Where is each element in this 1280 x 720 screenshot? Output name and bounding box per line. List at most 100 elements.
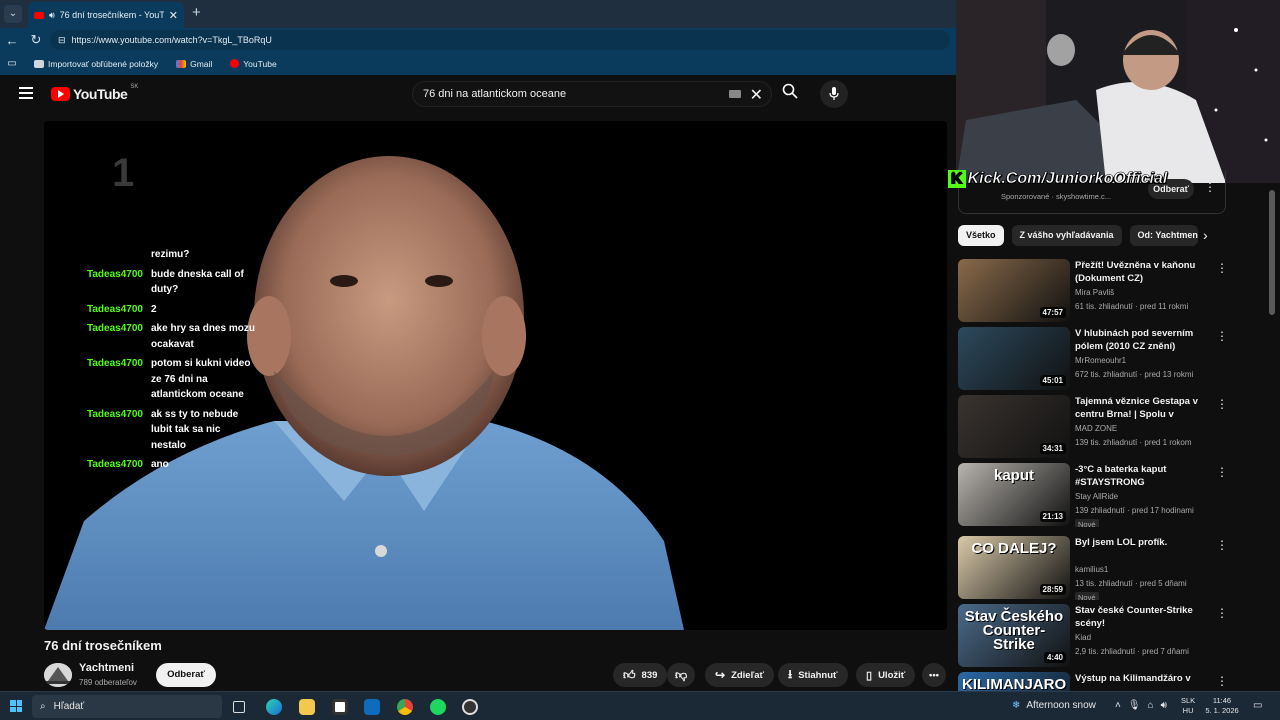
file-explorer-icon[interactable] [299, 699, 315, 715]
recommended-video[interactable]: Stav Českého Counter-Strike 4:40 Stav česk… [958, 604, 1228, 668]
menu-icon[interactable] [19, 87, 33, 99]
recommended-video[interactable]: 47:57 Přežít! Uvězněna v kaňonu (Dokument… [958, 259, 1228, 323]
recommended-video-title[interactable]: Stav české Counter-Strike scény! [1075, 604, 1210, 630]
dislike-button[interactable]: 👎︎ [667, 663, 696, 687]
audio-playing-icon[interactable]: 🔊︎ [49, 10, 55, 21]
video-thumbnail[interactable]: CO DALEJ? 28:59 [958, 536, 1070, 599]
notifications-icon[interactable]: ▭ [1253, 700, 1262, 711]
recommended-video[interactable]: 34:31 Tajemná věznice Gestapa v centru Br… [958, 395, 1228, 459]
video-duration: 45:01 [1039, 375, 1066, 386]
store-icon[interactable] [332, 699, 348, 715]
video-thumbnail[interactable]: KILIMANJARO [958, 672, 1070, 691]
chip-all[interactable]: Všetko [958, 225, 1004, 246]
search-icon[interactable] [774, 81, 806, 107]
back-icon[interactable]: ← [0, 33, 24, 48]
recommended-channel-name[interactable]: Kiad [1075, 633, 1091, 642]
microphone-icon[interactable] [820, 80, 848, 108]
recommended-video[interactable]: 45:01 V hlubinách pod severním pólem (201… [958, 327, 1228, 391]
outlook-icon[interactable] [364, 699, 380, 715]
close-tab-icon[interactable]: ✕ [169, 9, 178, 22]
subscribe-button[interactable]: Odberať [156, 663, 216, 687]
webcam-overlay [956, 0, 1280, 183]
download-button[interactable]: ⭳ Stiahnuť [778, 663, 848, 687]
recommended-channel-name[interactable]: MAD ZONE [1075, 424, 1117, 433]
bookmark-import[interactable]: Importovať obľúbené položky [34, 59, 158, 69]
like-button[interactable]: 👍︎ 839 [613, 663, 668, 687]
chevron-right-icon[interactable]: › [1203, 227, 1208, 243]
video-player[interactable]: 1 rezimu? Tadeas4700 bude dneska call of d… [44, 121, 947, 630]
spotify-icon[interactable] [430, 699, 446, 715]
recommended-video-title[interactable]: V hlubinách pod severním pólem (2010 CZ … [1075, 327, 1210, 353]
more-vertical-icon[interactable]: ⋮ [1204, 180, 1216, 194]
sponsored-label: Sponzorované · skyshowtime.c... [1001, 192, 1112, 201]
video-thumbnail[interactable]: 34:31 [958, 395, 1070, 458]
tab-actions-chevron-icon[interactable]: ⌄ [4, 5, 22, 23]
more-vertical-icon[interactable]: ⋮ [1216, 397, 1228, 411]
recommended-video[interactable]: CO DALEJ? 28:59 Byl jsem LOL profík. kamili… [958, 536, 1228, 600]
channel-name[interactable]: Yachtmeni [79, 662, 134, 674]
more-vertical-icon[interactable]: ⋮ [1216, 538, 1228, 552]
bookmark-gmail[interactable]: Gmail [176, 59, 212, 69]
youtube-logo[interactable]: YouTube SK [51, 84, 138, 102]
download-label: Stiahnuť [798, 669, 838, 681]
clear-search-icon[interactable]: ✕ [750, 85, 763, 105]
recommended-video-title[interactable]: -3°C a baterka kaput #STAYSTRONG [1075, 463, 1210, 489]
recommended-channel-name[interactable]: kamilius1 [1075, 565, 1108, 574]
keyboard-icon[interactable] [729, 90, 741, 98]
recommended-channel-name[interactable]: Stay AllRide [1075, 492, 1118, 501]
recommended-channel-name[interactable]: Mira Pavliš [1075, 288, 1114, 297]
chat-text: ano [151, 459, 169, 470]
save-button[interactable]: ▯ Uložiť [856, 663, 916, 687]
new-tab-button[interactable]: + [192, 4, 201, 21]
logo-text: YouTube [73, 86, 128, 102]
recommended-video[interactable]: KILIMANJARO Výstup na Kilimandžáro v ⋮ [958, 672, 1228, 691]
language-indicator[interactable]: SLK HU [1181, 696, 1195, 716]
taskbar-search-input[interactable]: ⌕ Hľadať [32, 695, 222, 718]
edge-icon[interactable] [266, 699, 282, 715]
video-thumbnail[interactable]: 47:57 [958, 259, 1070, 322]
share-button[interactable]: ↪ Zdieľať [705, 663, 775, 687]
sidebar-scrollbar[interactable] [1269, 190, 1275, 315]
more-vertical-icon[interactable]: ⋮ [1216, 465, 1228, 479]
more-vertical-icon[interactable]: ⋮ [1216, 606, 1228, 620]
chip-from-search[interactable]: Z vášho vyhľadávania [1011, 225, 1122, 246]
video-thumbnail[interactable]: Stav Českého Counter-Strike 4:40 [958, 604, 1070, 667]
recommended-video-title[interactable]: Tajemná věznice Gestapa v centru Brna! |… [1075, 395, 1210, 421]
recommended-video-title[interactable]: Byl jsem LOL profík. [1075, 536, 1210, 549]
chevron-up-icon[interactable]: ˄ [1115, 700, 1121, 711]
more-vertical-icon[interactable]: ⋮ [1216, 261, 1228, 275]
weather-widget[interactable]: ❄ Afternoon snow [1012, 700, 1096, 711]
recommended-video[interactable]: kaput 21:13 -3°C a baterka kaput #STAYSTRO… [958, 463, 1228, 527]
bookmark-youtube[interactable]: YouTube [230, 59, 277, 69]
chat-username: Tadeas4700 [87, 408, 143, 420]
recommended-video-title[interactable]: Výstup na Kilimandžáro v [1075, 672, 1210, 685]
browser-tab[interactable]: 🔊︎ 76 dní trosečníkem - YouTube ✕ [28, 2, 184, 28]
reload-icon[interactable]: ↻ [24, 32, 48, 48]
lang-primary: SLK [1181, 696, 1196, 705]
volume-icon[interactable]: 🔊︎ [1161, 700, 1167, 711]
clock[interactable]: 11:46 5. 1. 2026 [1205, 696, 1239, 716]
avatar[interactable] [44, 663, 72, 687]
save-label: Uložiť [878, 669, 906, 681]
more-actions-button[interactable]: ••• [922, 663, 946, 687]
more-vertical-icon[interactable]: ⋮ [1216, 329, 1228, 343]
site-info-icon[interactable]: ⊟ [58, 35, 66, 46]
obs-icon[interactable] [462, 699, 478, 715]
youtube-masthead: YouTube SK 76 dni na atlantickom oceane … [0, 75, 956, 115]
subscriber-count: 789 odberateľov [79, 678, 137, 687]
recommended-video-title[interactable]: Přežít! Uvězněna v kaňonu (Dokument CZ) [1075, 259, 1210, 285]
recommended-channel-name[interactable]: MrRomeouhr1 [1075, 356, 1126, 365]
chrome-icon[interactable] [397, 699, 413, 715]
windows-start-icon[interactable] [10, 700, 22, 712]
search-input[interactable]: 76 dni na atlantickom oceane ✕ [412, 81, 772, 107]
video-thumbnail[interactable]: 45:01 [958, 327, 1070, 390]
chip-from-channel[interactable]: Od: Yachtmeni [1129, 225, 1198, 246]
url-field[interactable]: ⊟ https://www.youtube.com/watch?v=TkgL_T… [50, 30, 950, 50]
more-vertical-icon[interactable]: ⋮ [1216, 674, 1228, 688]
url-text: https://www.youtube.com/watch?v=TkgL_TBo… [71, 35, 272, 45]
network-icon[interactable]: ⌂ [1148, 700, 1154, 711]
microphone-icon[interactable]: 🎙︎ [1128, 700, 1141, 711]
task-view-icon[interactable] [233, 701, 245, 713]
reading-list-icon[interactable]: ▭ [0, 58, 24, 69]
video-thumbnail[interactable]: kaput 21:13 [958, 463, 1070, 526]
